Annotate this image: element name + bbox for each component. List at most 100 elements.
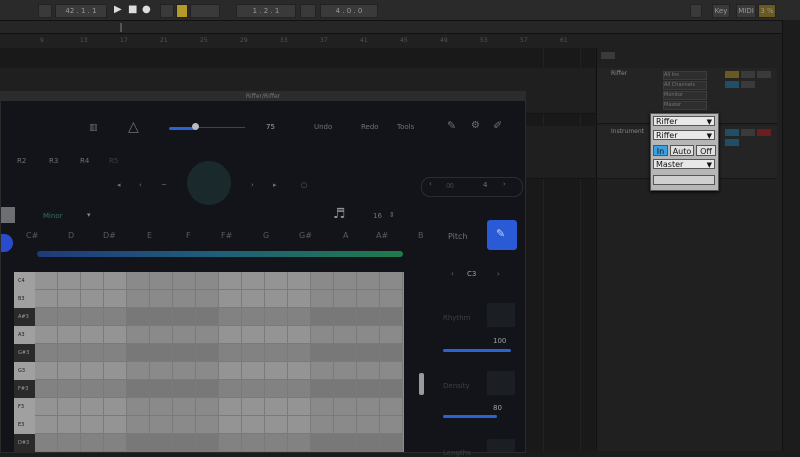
piano-icon[interactable]: ▥ (89, 123, 98, 133)
grid-cell[interactable] (242, 326, 265, 344)
grid-cell[interactable] (127, 398, 150, 416)
grid-cell[interactable] (81, 290, 104, 308)
density-slider[interactable] (443, 415, 497, 418)
grid-cell[interactable] (58, 344, 81, 362)
grid-cell[interactable] (35, 326, 58, 344)
grid-cell[interactable] (127, 344, 150, 362)
grid-cell[interactable] (127, 362, 150, 380)
grid-cell[interactable] (81, 416, 104, 434)
loop-decrement-icon[interactable]: ‹ (429, 180, 432, 188)
audio-to-dropdown[interactable]: Master ▼ (653, 159, 715, 169)
grid-cell[interactable] (173, 290, 196, 308)
note-toggle[interactable]: A (343, 231, 348, 240)
back-icon[interactable]: ‹ (139, 181, 142, 189)
grid-cell[interactable] (357, 398, 380, 416)
solo-button[interactable] (741, 71, 755, 78)
grid-cell[interactable] (150, 272, 173, 290)
grid-cell[interactable] (127, 326, 150, 344)
grid-cell[interactable] (58, 272, 81, 290)
grid-cell[interactable] (311, 326, 334, 344)
grid-cell[interactable] (380, 362, 403, 380)
midi-map-button[interactable]: MIDI (736, 4, 756, 18)
note-toggle[interactable]: A# (376, 231, 388, 240)
length-stepper-icon[interactable]: ⇕ (389, 211, 395, 219)
grid-cell[interactable] (81, 398, 104, 416)
vertical-scrollbar[interactable] (782, 20, 800, 451)
grid-cell[interactable] (196, 362, 219, 380)
grid-cell[interactable] (58, 434, 81, 452)
grid-cell[interactable] (357, 272, 380, 290)
grid-cell[interactable] (58, 398, 81, 416)
gear-icon[interactable]: ⚙ (471, 120, 480, 131)
grid-cell[interactable] (380, 326, 403, 344)
grid-cell[interactable] (380, 344, 403, 362)
notes-icon[interactable]: ♬ (333, 206, 346, 222)
monitor-auto-button[interactable]: Auto (670, 145, 694, 156)
grid-cell[interactable] (173, 362, 196, 380)
dice-icon[interactable] (187, 161, 231, 205)
grid-cell[interactable] (334, 398, 357, 416)
grid-cell[interactable] (35, 344, 58, 362)
grid-cell[interactable] (196, 434, 219, 452)
grid-cell[interactable] (265, 344, 288, 362)
grid-cell[interactable] (288, 416, 311, 434)
top-slider-knob[interactable] (192, 123, 199, 130)
grid-cell[interactable] (334, 308, 357, 326)
grid-cell[interactable] (150, 398, 173, 416)
grid-cell[interactable] (127, 290, 150, 308)
grid-cell[interactable] (380, 398, 403, 416)
note-toggle-c[interactable] (1, 234, 13, 252)
stop-icon[interactable]: ■ (128, 4, 137, 16)
grid-cell[interactable] (311, 398, 334, 416)
grid-cell[interactable] (265, 326, 288, 344)
grid-cell[interactable] (334, 326, 357, 344)
grid-cell[interactable] (150, 434, 173, 452)
grid-cell[interactable] (380, 434, 403, 452)
grid-cell[interactable] (150, 290, 173, 308)
grid-cell[interactable] (196, 344, 219, 362)
output-field[interactable]: Master (663, 101, 707, 110)
grid-cell[interactable] (150, 416, 173, 434)
grid-cell[interactable] (35, 416, 58, 434)
panel-scroll-thumb[interactable] (419, 373, 424, 395)
grid-cell[interactable] (196, 398, 219, 416)
grid-cell[interactable] (242, 290, 265, 308)
track-activator-button[interactable] (725, 71, 739, 78)
grid-cell[interactable] (334, 344, 357, 362)
grid-cell[interactable] (288, 308, 311, 326)
keyboard-icon[interactable] (1, 207, 15, 223)
grid-cell[interactable] (104, 398, 127, 416)
grid-cell[interactable] (288, 434, 311, 452)
arm-button[interactable] (757, 71, 771, 78)
monitor-off-button[interactable]: Off (696, 145, 716, 156)
output-channel-dropdown[interactable] (653, 175, 715, 185)
grid-cell[interactable] (265, 308, 288, 326)
grid-cell[interactable] (104, 272, 127, 290)
grid-cell[interactable] (150, 344, 173, 362)
overdub-button[interactable] (160, 4, 174, 18)
grid-cell[interactable] (357, 434, 380, 452)
track-activator-button[interactable] (725, 129, 739, 136)
grid-cell[interactable] (196, 290, 219, 308)
top-slider-track[interactable] (195, 127, 245, 128)
play-icon[interactable]: ▶ (114, 4, 122, 16)
riff-slot[interactable]: R4 (80, 157, 89, 165)
grid-cell[interactable] (219, 344, 242, 362)
density-icon[interactable] (487, 371, 515, 395)
grid-cell[interactable] (265, 380, 288, 398)
grid-cell[interactable] (173, 380, 196, 398)
grid-cell[interactable] (380, 290, 403, 308)
grid-cell[interactable] (288, 380, 311, 398)
grid-cell[interactable] (173, 398, 196, 416)
grid-cell[interactable] (127, 272, 150, 290)
input-type-field[interactable]: All Ins (663, 71, 707, 80)
grid-cell[interactable] (81, 344, 104, 362)
loop-switch[interactable] (300, 4, 316, 18)
grid-cell[interactable] (81, 434, 104, 452)
automation-arm-button[interactable] (176, 4, 188, 18)
grid-cell[interactable] (58, 326, 81, 344)
root-next-icon[interactable]: › (497, 270, 500, 278)
grid-cell[interactable] (35, 290, 58, 308)
key-map-button[interactable]: Key (712, 4, 730, 18)
grid-cell[interactable] (357, 326, 380, 344)
